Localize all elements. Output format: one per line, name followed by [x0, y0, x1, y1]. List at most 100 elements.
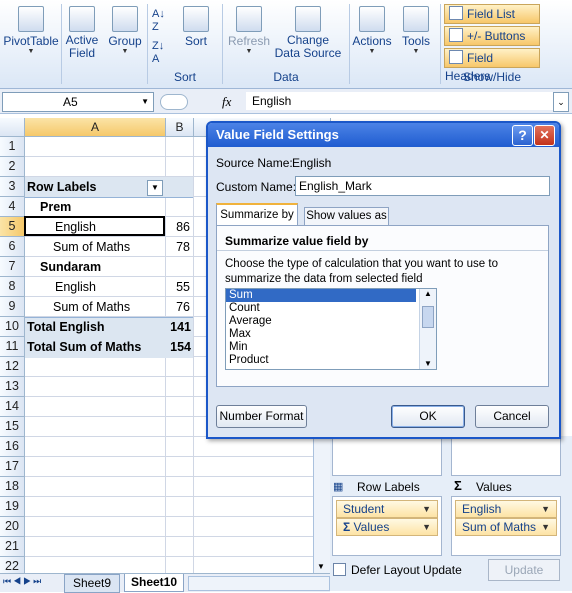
- scroll-down-icon[interactable]: ▼: [317, 562, 325, 571]
- sheet-tab-sheet10[interactable]: Sheet10: [124, 574, 185, 592]
- update-button[interactable]: Update: [488, 559, 560, 581]
- dropdown-arrow-icon[interactable]: ▼: [422, 519, 431, 535]
- listbox-scrollbar[interactable]: ▲ ▼: [419, 289, 436, 369]
- dialog-title-bar[interactable]: Value Field Settings ? ✕: [208, 123, 559, 147]
- row-header[interactable]: 8: [0, 277, 25, 297]
- vertical-scrollbar[interactable]: ▼: [313, 436, 330, 573]
- row-header[interactable]: 18: [0, 477, 25, 497]
- row-header[interactable]: 1: [0, 137, 25, 157]
- row-header[interactable]: 21: [0, 537, 25, 557]
- list-item[interactable]: Count: [226, 302, 416, 315]
- chevron-down-icon[interactable]: ▼: [141, 93, 149, 111]
- row-labels-header[interactable]: Row Labels: [27, 177, 96, 197]
- column-labels-area[interactable]: [451, 438, 561, 476]
- row-header[interactable]: 15: [0, 417, 25, 437]
- row-header[interactable]: 9: [0, 297, 25, 317]
- row-header[interactable]: 17: [0, 457, 25, 477]
- field-headers-toggle[interactable]: Field Headers: [444, 48, 540, 83]
- calculation-listbox[interactable]: Sum Count Average Max Min Product ▲ ▼: [225, 288, 437, 370]
- dropdown-arrow-icon[interactable]: ▼: [422, 501, 431, 517]
- field-list-toggle[interactable]: Field List: [444, 4, 540, 24]
- column-header-b[interactable]: B: [166, 118, 194, 137]
- row-header[interactable]: 3: [0, 177, 25, 197]
- value-cell[interactable]: 78: [170, 237, 190, 257]
- filter-dropdown-icon[interactable]: ▼: [147, 180, 163, 196]
- pivot-item-maths-sundaram[interactable]: Sum of Maths: [53, 297, 130, 317]
- dropdown-arrow-icon[interactable]: ▼: [541, 501, 550, 517]
- values-area-title: Values: [476, 480, 512, 494]
- tab-summarize-by[interactable]: Summarize by: [216, 203, 298, 225]
- total-maths-label[interactable]: Total Sum of Maths: [27, 337, 141, 357]
- column-header-a[interactable]: A: [25, 118, 166, 137]
- sheet-tab-bar: ⏮◀▶⏭ Sheet9 Sheet10: [0, 573, 330, 593]
- actions-button[interactable]: Actions ▼: [352, 0, 392, 55]
- row-header[interactable]: 7: [0, 257, 25, 277]
- row-header[interactable]: 13: [0, 377, 25, 397]
- insert-function-icon[interactable]: fx: [222, 94, 231, 110]
- total-maths-value[interactable]: 154: [166, 337, 191, 357]
- change-data-source-button[interactable]: Change Data Source: [274, 0, 342, 60]
- sort-az-button[interactable]: A↓ Z: [152, 8, 165, 34]
- list-item[interactable]: Min: [226, 341, 416, 354]
- sheet-nav-arrows-icon[interactable]: ⏮◀▶⏭: [3, 576, 43, 587]
- tools-button[interactable]: Tools ▼: [396, 0, 436, 55]
- report-filter-area[interactable]: [332, 438, 442, 476]
- list-item[interactable]: Sum: [226, 289, 416, 302]
- row-header[interactable]: 14: [0, 397, 25, 417]
- horizontal-scrollbar[interactable]: [188, 576, 330, 591]
- total-english-value[interactable]: 141: [166, 317, 191, 337]
- pivot-item-maths-prem[interactable]: Sum of Maths: [53, 237, 130, 257]
- help-icon[interactable]: ?: [512, 125, 533, 146]
- plus-minus-buttons-toggle[interactable]: +/- Buttons: [444, 26, 540, 46]
- number-format-button[interactable]: Number Format: [216, 405, 307, 428]
- refresh-button[interactable]: Refresh ▼: [226, 0, 272, 55]
- dropdown-arrow-icon[interactable]: ▼: [541, 519, 550, 535]
- value-cell[interactable]: 55: [170, 277, 190, 297]
- scroll-up-icon[interactable]: ▲: [420, 289, 436, 298]
- formula-input[interactable]: English: [246, 92, 557, 110]
- value-cell[interactable]: 86: [170, 217, 190, 237]
- sort-button[interactable]: Sort: [180, 0, 212, 48]
- total-english-label[interactable]: Total English: [27, 317, 105, 337]
- name-box[interactable]: A5 ▼: [2, 92, 154, 112]
- row-header[interactable]: 11: [0, 337, 25, 357]
- active-field-button[interactable]: Active Field: [62, 0, 102, 60]
- sort-za-button[interactable]: Z↓ A: [152, 40, 164, 66]
- value-cell[interactable]: 76: [170, 297, 190, 317]
- field-item-values[interactable]: Σ Values ▼: [336, 518, 438, 536]
- field-item-english[interactable]: English ▼: [455, 500, 557, 518]
- pivot-item-english-sundaram[interactable]: English: [55, 277, 96, 297]
- scroll-down-icon[interactable]: ▼: [424, 359, 432, 368]
- pivot-item-prem[interactable]: Prem: [40, 197, 71, 217]
- row-header[interactable]: 2: [0, 157, 25, 177]
- row-header[interactable]: 19: [0, 497, 25, 517]
- list-item[interactable]: Product: [226, 354, 416, 367]
- cancel-button[interactable]: Cancel: [475, 405, 549, 428]
- showhide-group-label: Show/Hide: [462, 70, 522, 84]
- row-header[interactable]: 12: [0, 357, 25, 377]
- tab-show-values-as[interactable]: Show values as: [304, 207, 389, 226]
- custom-name-field[interactable]: English_Mark: [295, 176, 550, 196]
- field-item-student[interactable]: Student ▼: [336, 500, 438, 518]
- pivottable-button[interactable]: PivotTable ▼: [2, 0, 60, 55]
- list-item[interactable]: Max: [226, 328, 416, 341]
- field-item-sum-of-maths[interactable]: Sum of Maths ▼: [455, 518, 557, 536]
- row-header[interactable]: 5: [0, 217, 25, 237]
- row-header[interactable]: 4: [0, 197, 25, 217]
- sheet-tab-sheet9[interactable]: Sheet9: [64, 574, 121, 593]
- row-header[interactable]: 20: [0, 517, 25, 537]
- scroll-thumb[interactable]: [422, 306, 434, 328]
- expand-formula-icon[interactable]: ⌄: [553, 92, 569, 112]
- close-icon[interactable]: ✕: [534, 125, 555, 146]
- row-header[interactable]: 16: [0, 437, 25, 457]
- defer-layout-checkbox[interactable]: [333, 563, 346, 576]
- row-header[interactable]: 10: [0, 317, 25, 337]
- group-button[interactable]: Group ▼: [106, 0, 144, 55]
- ok-button[interactable]: OK: [391, 405, 465, 428]
- formula-bar-resize-handle[interactable]: [160, 94, 188, 110]
- pivot-item-sundaram[interactable]: Sundaram: [40, 257, 101, 277]
- row-header[interactable]: 6: [0, 237, 25, 257]
- select-all-corner[interactable]: [0, 118, 25, 137]
- list-item[interactable]: Average: [226, 315, 416, 328]
- row-labels-area-title: Row Labels: [357, 480, 420, 494]
